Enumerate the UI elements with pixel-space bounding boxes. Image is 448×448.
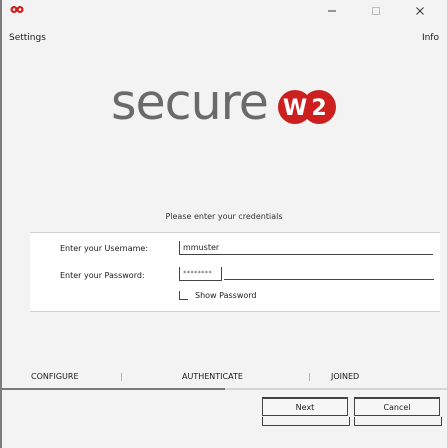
logo-badge-letter-w: W: [283, 96, 307, 121]
show-password-label: Show Password: [195, 291, 257, 300]
show-password-checkbox[interactable]: Show Password: [179, 291, 257, 300]
info-link[interactable]: Info: [422, 33, 439, 43]
username-label: Enter your Username:: [60, 244, 149, 253]
password-field-underline: [224, 279, 434, 280]
logo: secure W 2: [0, 74, 448, 134]
credentials-panel: Enter your Username: Enter your Password…: [30, 232, 440, 312]
checkbox-box[interactable]: [179, 291, 188, 300]
maximize-button[interactable]: [354, 0, 398, 22]
cancel-button-frame: [354, 417, 442, 426]
next-button[interactable]: Next: [262, 397, 348, 416]
logo-text: secure: [111, 74, 269, 131]
app-icon: [10, 6, 24, 13]
username-input[interactable]: [179, 241, 433, 255]
minimize-icon: [328, 10, 336, 12]
minimize-button[interactable]: [310, 0, 354, 22]
step-separator: |: [308, 372, 311, 381]
logo-badge: W 2: [277, 89, 336, 124]
next-button-frame: [262, 417, 350, 426]
maximize-icon: [372, 7, 380, 15]
close-button[interactable]: [398, 0, 442, 22]
credentials-prompt: Please enter your credentials: [165, 212, 283, 221]
logo-badge-letter-2: 2: [311, 96, 326, 121]
progress-bar: [2, 388, 447, 390]
title-bar: [2, 0, 448, 22]
cancel-button[interactable]: Cancel: [354, 397, 440, 416]
close-icon: [416, 7, 424, 15]
step-authenticate: AUTHENTICATE: [182, 372, 243, 381]
step-separator: |: [120, 372, 123, 381]
progress-steps: CONFIGURE | AUTHENTICATE | JOINED: [0, 372, 448, 384]
step-joined: JOINED: [331, 372, 360, 381]
step-configure: CONFIGURE: [31, 372, 79, 381]
password-label: Enter your Password:: [60, 271, 145, 280]
settings-link[interactable]: Settings: [9, 33, 46, 43]
progress-bar-fill: [2, 388, 225, 390]
password-input[interactable]: [179, 267, 222, 281]
